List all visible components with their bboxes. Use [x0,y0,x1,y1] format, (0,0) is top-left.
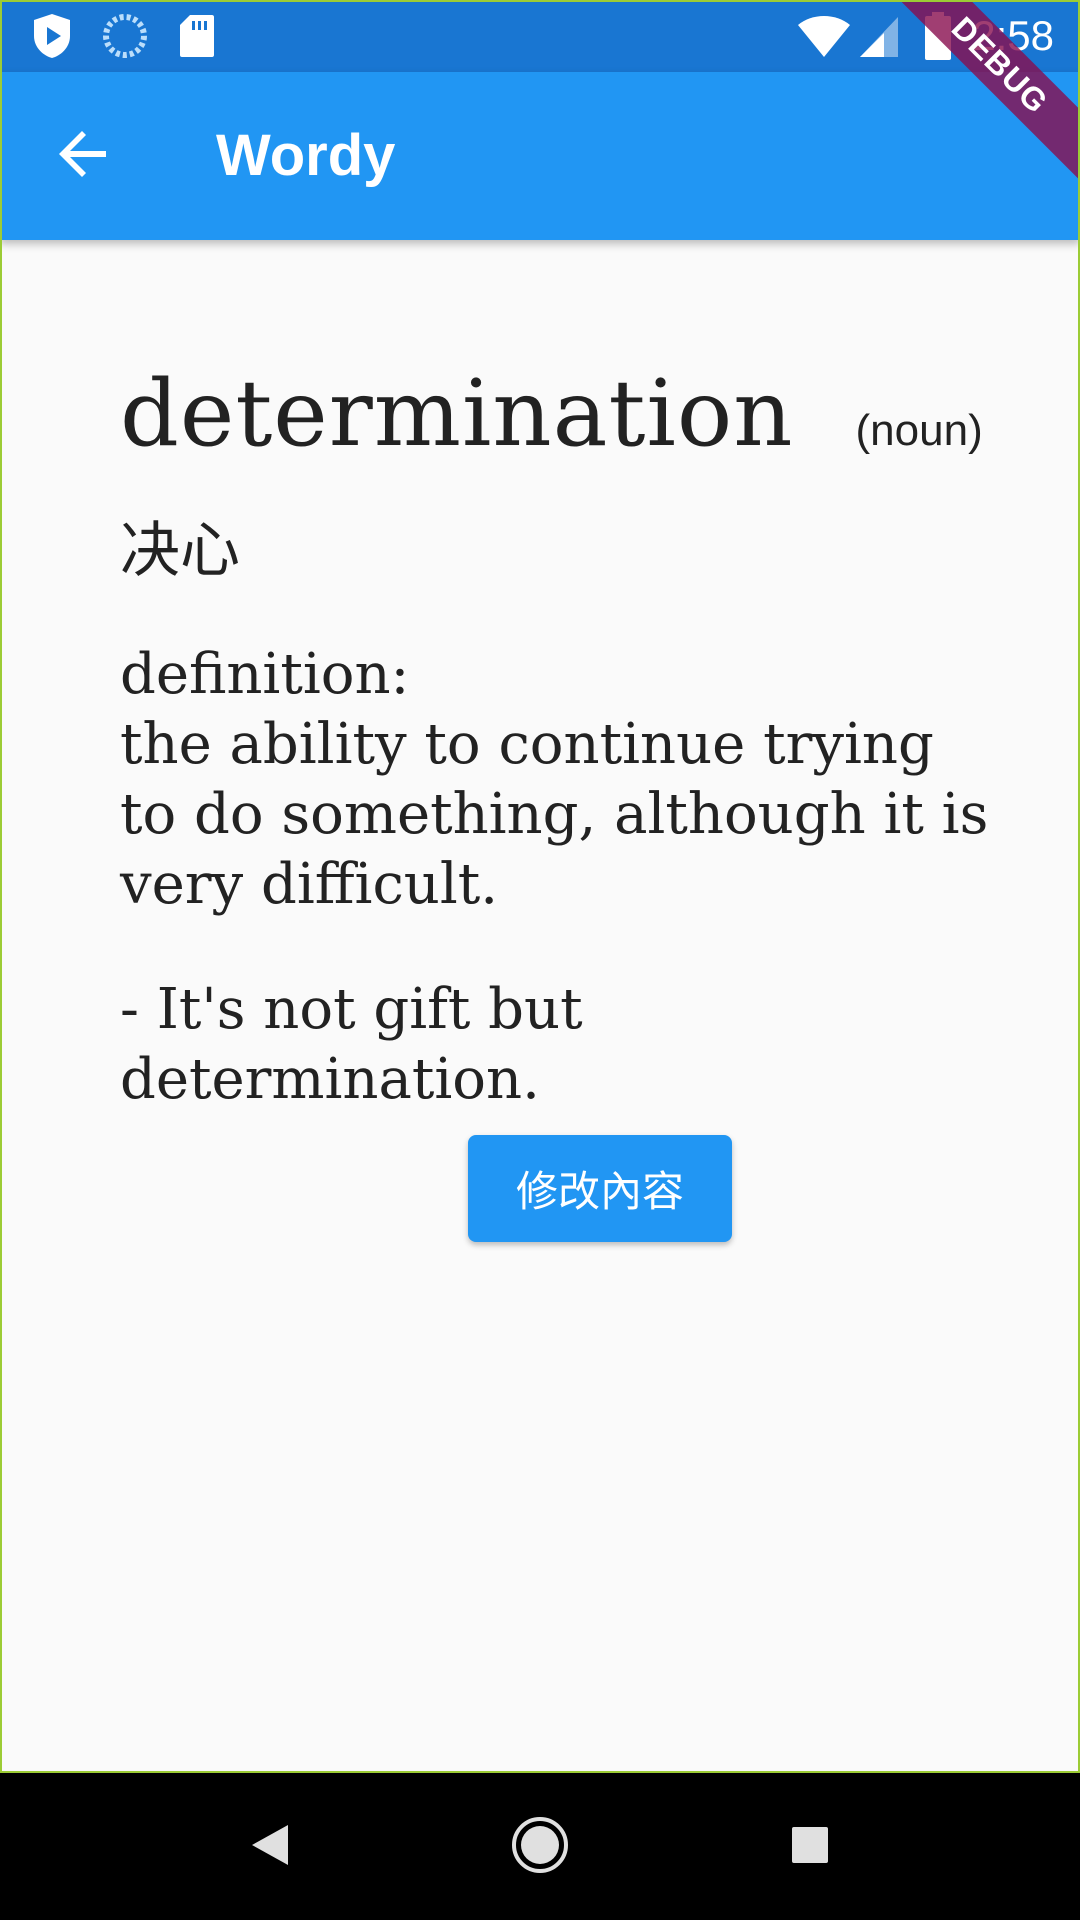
sd-card-icon [178,0,216,72]
shield-play-icon [30,0,74,72]
word-detail: determination (noun) 决心 definition: the … [0,240,1080,1773]
cell-signal-icon [858,0,900,72]
wifi-icon [796,0,852,72]
arrow-back-icon [58,128,110,184]
sync-spinner-icon [102,0,148,72]
example-sentence: - It's not gift but determination. [120,977,583,1112]
definition-text: the ability to continue trying to do som… [120,712,989,917]
word-text: determination [120,360,794,467]
page-title: Wordy [216,123,396,188]
nav-recents-button[interactable] [750,1773,870,1920]
navigation-bar [0,1773,1080,1920]
nav-home-icon [510,1815,570,1879]
part-of-speech: (noun) [855,406,983,455]
definition-block: definition: the ability to continue tryi… [120,640,1000,920]
nav-back-button[interactable] [210,1773,330,1920]
nav-back-icon [250,1823,290,1871]
translation-text: 决心 [120,516,240,586]
nav-home-button[interactable] [480,1773,600,1920]
back-button[interactable] [36,108,132,204]
definition-label: definition: [120,642,410,707]
screen: 2:58 DEBUG Wordy determination (noun) 决心… [0,0,1080,1920]
nav-recents-icon [790,1825,830,1869]
app-bar: Wordy [0,72,1080,240]
edit-content-button[interactable]: 修改內容 [468,1135,732,1242]
word-header: determination (noun) [120,360,983,467]
